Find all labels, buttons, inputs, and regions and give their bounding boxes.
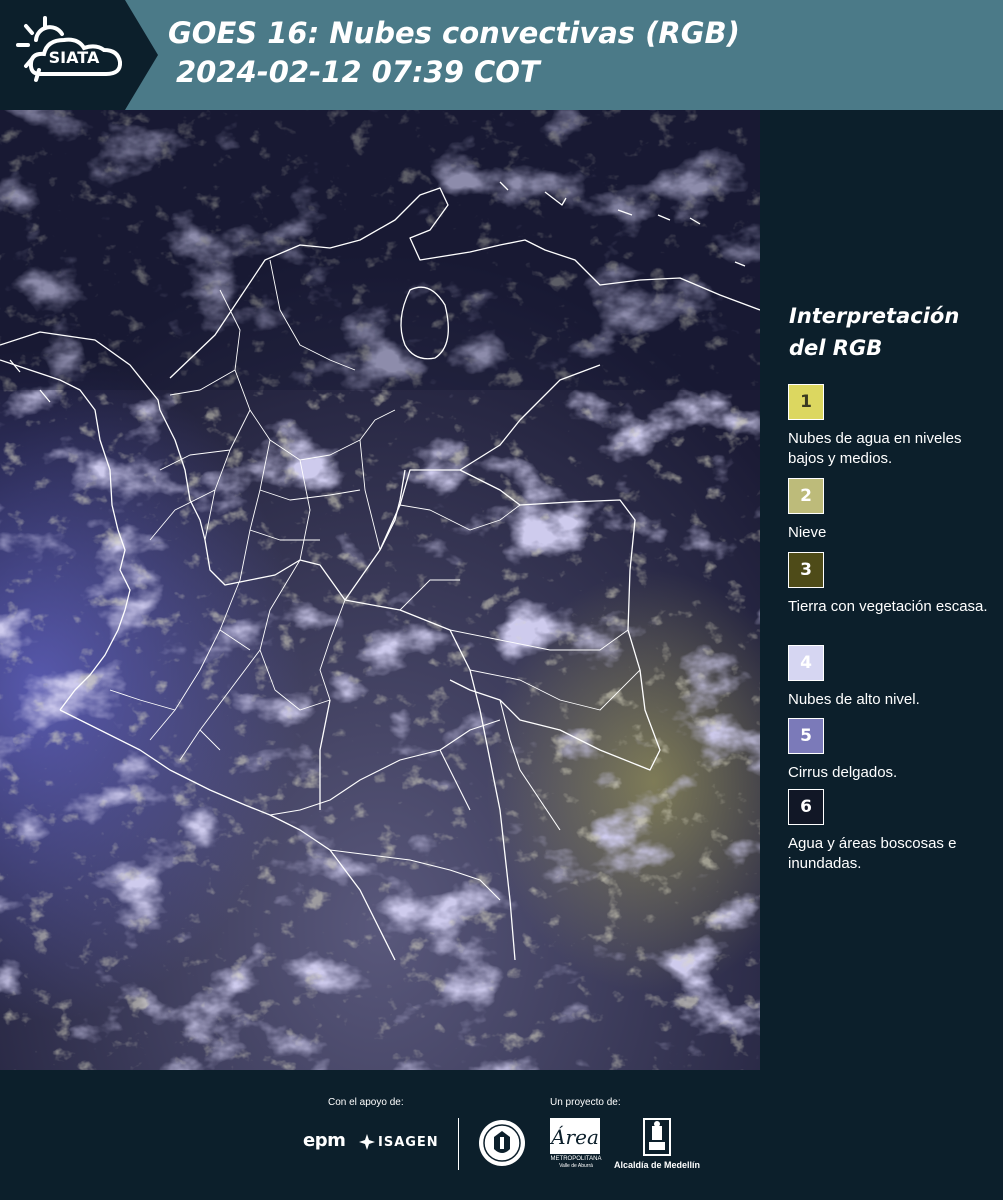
legend-label-5: Cirrus delgados. (788, 764, 898, 781)
area-logo-text: Área (550, 1125, 599, 1149)
legend-number-3: 3 (800, 560, 812, 580)
legend-title: Interpretación del RGB (789, 304, 960, 360)
siata-logo-text: SIATA (49, 48, 100, 67)
area-caption-1: METROPOLITANA (550, 1156, 602, 1162)
legend-swatch-4: 4 (788, 645, 824, 681)
legend-number-6: 6 (800, 797, 812, 817)
page-title: GOES 16: Nubes convectivas (RGB) (168, 16, 740, 50)
legend-label-6: Agua y áreas boscosas e inundadas. (788, 835, 957, 872)
timestamp-title: 2024-02-12 07:39 COT (176, 55, 540, 89)
legend-label-2: Nieve (788, 524, 827, 541)
isagen-icon (359, 1134, 375, 1150)
legend-item-1: 1 Nubes de agua en niveles bajos y medio… (788, 384, 998, 469)
legend-swatch-1: 1 (788, 384, 824, 420)
footer-divider (458, 1118, 459, 1170)
legend-number-4: 4 (800, 653, 812, 673)
satellite-map (0, 110, 760, 1070)
support-label: Con el apoyo de: (328, 1097, 404, 1108)
legend-label-3: Tierra con vegetación escasa. (788, 598, 988, 615)
legend-item-3: 3 Tierra con vegetación escasa. (788, 552, 998, 617)
legend-swatch-2: 2 (788, 478, 824, 514)
project-label: Un proyecto de: (550, 1097, 621, 1108)
siata-logo: SIATA (0, 0, 158, 110)
legend-panel: Interpretación del RGB 1 Nubes de agua e… (760, 110, 1003, 1070)
legend-number-1: 1 (800, 392, 812, 412)
legend-number-2: 2 (800, 486, 812, 506)
legend-swatch-6: 6 (788, 789, 824, 825)
legend-label-4: Nubes de alto nivel. (788, 691, 920, 708)
footer: Con el apoyo de: Un proyecto de: epm ISA… (0, 1070, 1003, 1200)
isagen-logo: ISAGEN (378, 1135, 439, 1150)
area-metropolitana-logo: Área (550, 1118, 600, 1154)
medellin-seal-icon (479, 1120, 525, 1166)
legend-item-2: 2 Nieve (788, 478, 998, 543)
legend-swatch-5: 5 (788, 718, 824, 754)
rgb-composite-image (0, 110, 760, 1070)
legend-number-5: 5 (800, 726, 812, 746)
legend-item-5: 5 Cirrus delgados. (788, 718, 998, 783)
area-caption-2: Valle de Aburrá (559, 1163, 593, 1169)
alcaldia-caption: Alcaldía de Medellín (613, 1160, 701, 1170)
legend-item-4: 4 Nubes de alto nivel. (788, 645, 998, 710)
legend-swatch-3: 3 (788, 552, 824, 588)
legend-label-1: Nubes de agua en niveles bajos y medios. (788, 430, 962, 467)
header-bar: SIATA GOES 16: Nubes convectivas (RGB) 2… (0, 0, 1003, 110)
medellin-coat-of-arms-icon (643, 1118, 671, 1156)
epm-logo: epm (303, 1130, 346, 1151)
legend-item-6: 6 Agua y áreas boscosas e inundadas. (788, 789, 998, 874)
